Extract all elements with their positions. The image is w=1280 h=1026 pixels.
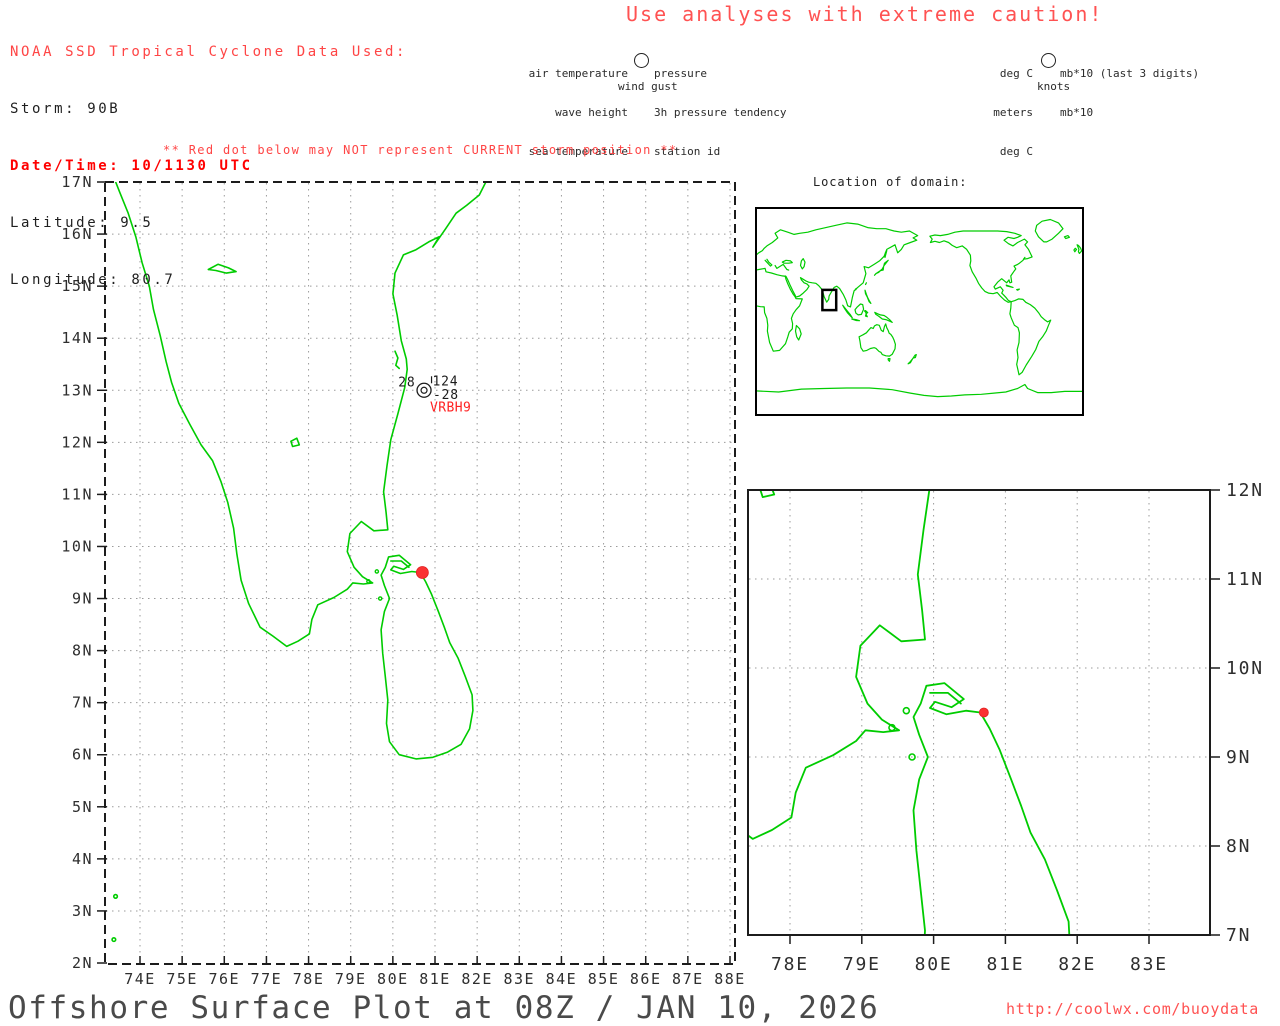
world-map-title: Location of domain: [813,175,968,189]
main-x-tick-label: 86E [630,970,662,988]
station-circle [416,382,432,398]
main-y-tick-label: 5N [72,798,93,816]
units-wave-height: meters [993,106,1033,119]
legend-pressure-tendency: 3h pressure tendency [654,106,787,119]
inset-x-tick-label: 83E [1130,954,1168,975]
world-map-frame [755,207,1084,416]
main-x-tick-label: 76E [208,970,240,988]
storm-dot-main [415,566,429,579]
legend-air-temperature: air temperature [528,67,628,80]
units-pressure-tendency: mb*10 [1060,106,1094,119]
main-y-tick-label: 14N [61,329,93,347]
world-map-canvas [756,218,1083,398]
units-legend: deg C mb*10 (last 3 digits) meters mb*10… [933,41,1213,158]
domain-box [821,288,838,312]
main-x-tick-label: 87E [672,970,704,988]
main-x-tick-label: 75E [166,970,198,988]
inset-x-tick-label: 80E [915,954,953,975]
main-x-tick-label: 88E [714,970,746,988]
main-x-tick-label: 85E [588,970,620,988]
main-x-tick-label: 74E [124,970,156,988]
inset-x-tick-label: 81E [986,954,1024,975]
header-datetime: Date/Time: 10/1130 UTC [10,158,253,174]
storm-position-warning: ** Red dot below may NOT represent CURRE… [163,143,678,157]
main-x-tick-label: 77E [251,970,283,988]
main-y-tick-label: 3N [72,902,93,920]
units-air-temperature: deg C [999,67,1033,80]
main-y-tick-label: 9N [72,590,93,608]
main-x-tick-label: 84E [546,970,578,988]
main-y-tick-label: 12N [61,433,93,451]
legend-pressure: pressure [654,67,707,80]
units-pressure: mb*10 (last 3 digits) [1060,67,1200,80]
inset-y-tick-label: 9N [1226,747,1251,768]
legend-row: deg C mb*10 (last 3 digits) [933,67,1213,80]
main-y-tick-label: 6N [72,746,93,764]
main-y-tick-label: 7N [72,694,93,712]
main-y-tick-label: 4N [72,850,93,868]
legend-wind-gust: wind gust [618,80,678,93]
legend-row: meters mb*10 [933,106,1213,119]
caution-title: Use analyses with extreme caution! [626,2,1104,26]
inset-y-tick-label: 12N [1226,480,1264,501]
inset-x-tick-label: 82E [1058,954,1096,975]
legend-row: deg C [933,145,1213,158]
inset-x-tick-label: 78E [771,954,809,975]
page-title: Offshore Surface Plot at 08Z / JAN 10, 2… [8,990,880,1026]
main-x-tick-label: 79E [335,970,367,988]
main-y-tick-label: 13N [61,381,93,399]
main-x-tick-label: 80E [377,970,409,988]
units-wind-gust: knots [1037,80,1071,93]
legend-wave-height: wave height [555,106,628,119]
inset-x-tick-label: 79E [843,954,881,975]
header-title: NOAA SSD Tropical Cyclone Data Used: [10,44,408,60]
main-x-tick-label: 82E [461,970,493,988]
header-storm: Storm: 90B [10,101,121,117]
station-circle-icon [634,53,649,68]
main-y-tick-label: 10N [61,537,93,555]
main-x-tick-label: 81E [419,970,451,988]
inset-y-tick-label: 10N [1226,658,1264,679]
station-air-temp: 28 [398,375,415,390]
inset-map-axes: 12N 11N 10N 9N 8N 7N 78E 79E 80E 81E 82E 83E [747,480,1264,975]
station-plot-legend: air temperature pressure wave height 3h … [478,41,808,158]
header-info: NOAA SSD Tropical Cyclone Data Used: Sto… [10,5,407,309]
header-longitude: Longitude: 80.7 [10,272,176,288]
legend-row: air temperature pressure [478,67,808,80]
main-y-tick-label: 2N [72,954,93,972]
inset-y-tick-label: 7N [1226,925,1251,946]
inset-y-tick-label: 11N [1226,569,1264,590]
main-y-tick-label: 11N [61,485,93,503]
station-id: VRBH9 [430,400,471,415]
header-latitude: Latitude: 9.5 [10,215,154,231]
main-x-tick-label: 78E [293,970,325,988]
main-x-tick-label: 83E [503,970,535,988]
main-y-tick-label: 8N [72,642,93,660]
station-circle-icon [1041,53,1056,68]
inset-y-tick-label: 8N [1226,836,1251,857]
source-url: http://coolwx.com/buoydata [1006,1000,1259,1018]
legend-row: wave height 3h pressure tendency [478,106,808,119]
storm-dot-inset [978,707,989,718]
units-sea-temperature: deg C [999,145,1033,158]
